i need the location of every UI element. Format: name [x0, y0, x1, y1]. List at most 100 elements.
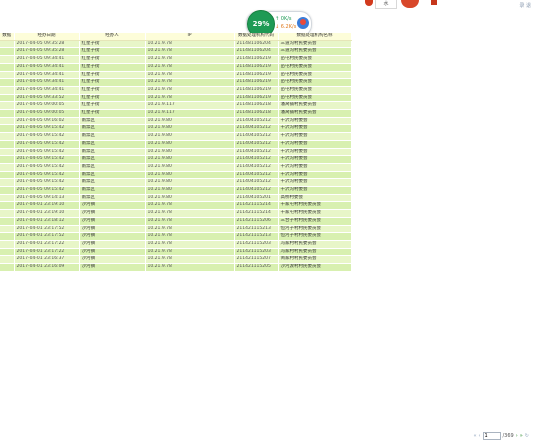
- table-row[interactable]: 2017-04-05 09:15:42 南票区 10.21.9.80 21140410…: [0, 132, 352, 141]
- table-row[interactable]: 2017-04-01 23:17:52 沙河镇 10.21.9.78 21142111…: [0, 232, 352, 241]
- header-ip[interactable]: IP: [145, 33, 235, 41]
- table-row[interactable]: 2017-04-01 23:16:37 沙河镇 10.21.9.78 21142111…: [0, 255, 352, 265]
- table-row[interactable]: 2017-04-05 09:16:02 南票区 10.21.9.80 21140410…: [0, 117, 352, 126]
- cell-ip: 10.21.9.78: [145, 240, 235, 249]
- table-row[interactable]: 2017-04-05 09:15:42 南票区 10.21.9.80 21140410…: [0, 163, 352, 172]
- cell-ip: 10.21.9.80: [145, 124, 235, 134]
- cell-ip: 10.21.9.78: [145, 263, 235, 272]
- cell-ip: 10.21.9.78: [145, 47, 235, 57]
- table-row[interactable]: 2017-04-05 09:34:41 红星子街 10.21.9.78 2114811…: [0, 78, 352, 87]
- cell-data: [0, 109, 15, 118]
- last-page-button[interactable]: »: [520, 433, 523, 439]
- table-row[interactable]: 2017-04-01 23:18:12 沙河镇 10.21.9.78 21142111…: [0, 217, 352, 226]
- table-row[interactable]: 2017-04-01 23:17:22 沙河镇 10.21.9.78 21142111…: [0, 240, 352, 249]
- cell-date: 2017-04-05 09:00:05: [14, 101, 80, 111]
- accelerate-ball-icon[interactable]: [297, 17, 309, 29]
- table-row[interactable]: 2017-04-05 09:33:52 红星子街 10.21.9.78 2114811…: [0, 94, 352, 103]
- table-row[interactable]: 2017-04-05 09:00:05 红星子街 10.21.9.117 211481…: [0, 109, 352, 118]
- cell-person: 红星子街: [79, 78, 146, 87]
- table-row[interactable]: 2017-04-05 09:14:13 南票区 10.21.9.80 21140410…: [0, 194, 352, 203]
- header-org-code[interactable]: 数据处理机构代码: [234, 33, 279, 41]
- cell-org-code: 211481106219: [234, 55, 279, 64]
- header-person[interactable]: 经办人: [79, 33, 146, 41]
- cell-org-code: 211481106219: [234, 63, 279, 72]
- cell-org-name: 冯家村村民委员会: [278, 240, 352, 249]
- cell-date: 2017-04-01 23:17:52: [14, 225, 80, 234]
- header-data[interactable]: 数据: [0, 33, 15, 41]
- cell-data: [0, 78, 15, 87]
- cell-ip: 10.21.9.80: [145, 117, 235, 126]
- top-box[interactable]: 水: [375, 0, 397, 9]
- table-row[interactable]: 2017-04-01 23:16:09 沙河镇 10.21.9.78 21142111…: [0, 263, 352, 272]
- cell-org-name: 苗屯村民委员会: [278, 86, 352, 95]
- cell-org-name: 干沢沟村委会: [278, 124, 352, 134]
- cell-org-name: 三合子村村民委员会: [278, 217, 352, 226]
- cell-org-name: 干沢沟村委会: [278, 186, 352, 195]
- cell-data: [0, 71, 15, 80]
- cell-org-code: 211421115214: [234, 209, 279, 218]
- cell-org-code: 211404105201: [234, 194, 279, 203]
- cell-person: 沙河镇: [79, 263, 146, 272]
- table-row[interactable]: 2017-04-05 09:15:42 南票区 10.21.9.80 21140410…: [0, 148, 352, 157]
- records-table: 数据 经办日期 经办人 IP 数据处理机构代码 数据处理机构名称 2017-04…: [0, 33, 352, 272]
- cell-ip: 10.21.9.117: [145, 109, 235, 118]
- toolbar-decoration: 水: [365, 0, 445, 10]
- cell-ip: 10.21.9.78: [145, 225, 235, 234]
- table-row[interactable]: 2017-04-01 23:17:52 沙河镇 10.21.9.78 21142111…: [0, 225, 352, 234]
- table-row[interactable]: 2017-04-05 09:15:42 南票区 10.21.9.80 21140410…: [0, 171, 352, 180]
- bag-icon[interactable]: [431, 0, 437, 5]
- table-row[interactable]: 2017-04-05 09:35:28 红星子街 10.21.9.78 2114811…: [0, 40, 352, 49]
- header-date[interactable]: 经办日期: [14, 33, 80, 41]
- cell-ip: 10.21.9.80: [145, 140, 235, 149]
- cell-data: [0, 209, 15, 218]
- cell-ip: 10.21.9.78: [145, 71, 235, 80]
- table-row[interactable]: 2017-04-05 09:15:42 南票区 10.21.9.80 21140410…: [0, 155, 352, 164]
- cell-person: 南票区: [79, 155, 146, 164]
- cell-ip: 10.21.9.78: [145, 55, 235, 64]
- cell-ip: 10.21.9.80: [145, 178, 235, 188]
- cell-person: 南票区: [79, 163, 146, 172]
- next-page-button[interactable]: ›: [516, 433, 518, 439]
- prev-page-button[interactable]: ‹: [479, 433, 481, 439]
- page-number-input[interactable]: [482, 432, 501, 440]
- table-row[interactable]: 2017-04-05 09:15:42 南票区 10.21.9.80 21140410…: [0, 140, 352, 149]
- gift-icon[interactable]: [401, 0, 419, 8]
- cell-data: [0, 240, 15, 249]
- table-row[interactable]: 2017-04-01 23:19:10 沙河镇 10.21.9.78 21142111…: [0, 201, 352, 211]
- cell-date: 2017-04-05 09:00:05: [14, 109, 80, 118]
- cell-person: 红星子街: [79, 71, 146, 80]
- cell-ip: 10.21.9.78: [145, 201, 235, 211]
- cell-date: 2017-04-01 23:18:12: [14, 217, 80, 226]
- cell-date: 2017-04-01 23:16:09: [14, 263, 80, 272]
- table-row[interactable]: 2017-04-05 09:34:41 红星子街 10.21.9.78 2114811…: [0, 55, 352, 64]
- refresh-icon[interactable]: ↻: [525, 433, 529, 439]
- cell-date: 2017-04-01 23:19:10: [14, 201, 80, 211]
- table-row[interactable]: 2017-04-05 09:15:42 南票区 10.21.9.80 21140410…: [0, 186, 352, 195]
- cell-org-name: 苗屯村民委员会: [278, 55, 352, 64]
- table-row[interactable]: 2017-04-01 23:17:22 沙河镇 10.21.9.78 21142111…: [0, 248, 352, 257]
- cell-org-code: 211481106218: [234, 109, 279, 118]
- cell-data: [0, 263, 15, 272]
- table-row[interactable]: 2017-04-05 09:34:41 红星子街 10.21.9.78 2114811…: [0, 86, 352, 95]
- cell-data: [0, 101, 15, 111]
- table-row[interactable]: 2017-04-05 09:00:05 红星子街 10.21.9.117 211481…: [0, 101, 352, 111]
- table-row[interactable]: 2017-04-05 09:35:28 红星子街 10.21.9.78 2114811…: [0, 47, 352, 57]
- table-row[interactable]: 2017-04-01 23:19:10 沙河镇 10.21.9.78 21142111…: [0, 209, 352, 218]
- table-row[interactable]: 2017-04-05 09:34:41 红星子街 10.21.9.78 2114811…: [0, 63, 352, 72]
- table-header-row: 数据 经办日期 经办人 IP 数据处理机构代码 数据处理机构名称: [0, 33, 352, 41]
- cell-person: 南票区: [79, 132, 146, 141]
- table-row[interactable]: 2017-04-05 09:34:41 红星子街 10.21.9.78 2114811…: [0, 71, 352, 80]
- cell-date: 2017-04-05 09:35:28: [14, 40, 80, 49]
- table-row[interactable]: 2017-04-05 09:15:42 南票区 10.21.9.80 21140410…: [0, 124, 352, 134]
- top-right-links[interactable]: 录 退: [519, 2, 531, 9]
- cell-person: 红星子街: [79, 47, 146, 57]
- cell-person: 沙河镇: [79, 232, 146, 241]
- table-row[interactable]: 2017-04-05 09:15:42 南票区 10.21.9.80 21140410…: [0, 178, 352, 188]
- cell-org-name: 干沢沟村委会: [278, 140, 352, 149]
- cell-person: 沙河镇: [79, 209, 146, 218]
- first-page-button[interactable]: «: [473, 433, 476, 439]
- cell-person: 沙河镇: [79, 240, 146, 249]
- cell-date: 2017-04-05 09:34:41: [14, 71, 80, 80]
- cell-ip: 10.21.9.78: [145, 78, 235, 87]
- header-org-name[interactable]: 数据处理机构名称: [278, 33, 352, 41]
